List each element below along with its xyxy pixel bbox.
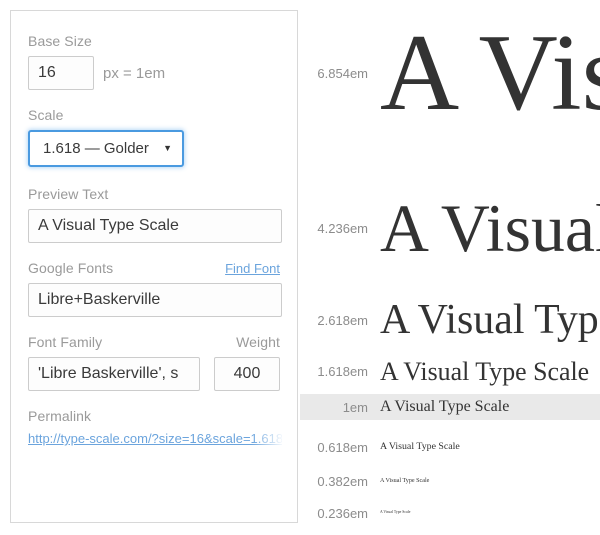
scale-field: Scale 1.618 — Golder ▼ (28, 107, 280, 167)
scale-row-em-label: 0.382em (317, 473, 368, 489)
scale-row-sample-text: A Visual Type Scale (380, 510, 411, 515)
font-family-weight-row: Font Family Weight (28, 334, 280, 391)
scale-row-sample-text: A Visual Type Scale (380, 440, 460, 452)
scale-row-sample-text: A Visual Type Scale (380, 297, 600, 344)
scale-row: 0.236em A Visual Type Scale (300, 500, 600, 526)
scale-row: 1.618em A Visual Type Scale (300, 357, 600, 387)
weight-input[interactable] (214, 357, 280, 391)
chevron-down-icon: ▼ (163, 143, 172, 153)
font-family-weight-labels: Font Family Weight (28, 334, 280, 357)
scale-row-em-label: 0.236em (317, 505, 368, 521)
scale-row-em-label: 0.618em (317, 439, 368, 455)
permalink-field: Permalink http://type-scale.com/?size=16… (28, 408, 282, 446)
controls-inner: Base Size px = 1em Scale 1.618 — Golder … (11, 11, 297, 446)
scale-row: 2.618em A Visual Type Scale (300, 296, 600, 344)
base-size-field: Base Size px = 1em (28, 33, 280, 90)
preview-text-label: Preview Text (28, 186, 109, 202)
scale-row-em-label: 2.618em (317, 312, 368, 328)
scale-row-em-label: 4.236em (317, 221, 368, 237)
font-family-col (28, 357, 200, 391)
scale-select-wrap: 1.618 — Golder ▼ (28, 130, 184, 167)
scale-row-sample-text: A Visual Type Scale (380, 397, 510, 415)
scale-row-em-label: 1em (342, 399, 368, 415)
preview-text-input[interactable] (28, 209, 282, 243)
scale-select-value: 1.618 — Golder (43, 140, 149, 157)
type-scale-app: Base Size px = 1em Scale 1.618 — Golder … (0, 0, 600, 535)
scale-label: Scale (28, 107, 64, 123)
font-family-label: Font Family (28, 334, 103, 350)
scale-row-sample-text: A Visual Type Scale (380, 11, 600, 134)
scale-row-em-label: 1.618em (317, 364, 368, 380)
scale-row-sample-text: A Visual Type Scale (380, 191, 600, 267)
scale-select[interactable]: 1.618 — Golder ▼ (28, 130, 184, 167)
google-fonts-label: Google Fonts (28, 260, 114, 276)
scale-row: 0.618em A Visual Type Scale (300, 434, 600, 460)
google-fonts-field: Google Fonts Find Font (28, 260, 282, 317)
google-fonts-input[interactable] (28, 283, 282, 317)
scale-row: 0.382em A Visual Type Scale (300, 468, 600, 494)
permalink-label: Permalink (28, 408, 92, 424)
weight-label: Weight (236, 334, 280, 350)
preview-area: 6.854em A Visual Type Scale 4.236em A Visua… (300, 0, 600, 535)
preview-text-field: Preview Text (28, 186, 282, 243)
permalink-url[interactable]: http://type-scale.com/?size=16&scale=1.6… (28, 431, 282, 446)
weight-col (214, 357, 280, 391)
scale-row: 6.854em A Visual Type Scale (300, 10, 600, 136)
scale-row-sample-text: A Visual Type Scale (380, 357, 590, 387)
scale-row-em-label: 6.854em (317, 65, 368, 81)
base-size-suffix: px = 1em (103, 64, 166, 82)
controls-panel: Base Size px = 1em Scale 1.618 — Golder … (10, 10, 298, 523)
base-size-input[interactable] (28, 56, 94, 90)
find-font-link[interactable]: Find Font (225, 261, 280, 276)
scale-row-sample-text: A Visual Type Scale (380, 477, 430, 484)
font-family-input[interactable] (28, 357, 200, 391)
base-size-label: Base Size (28, 33, 92, 49)
scale-row: 4.236em A Visual Type Scale (300, 190, 600, 268)
google-fonts-label-row: Google Fonts Find Font (28, 260, 280, 276)
font-family-weight-inputs (28, 357, 280, 391)
scale-row: 1em A Visual Type Scale (300, 394, 600, 420)
base-size-row: px = 1em (28, 56, 280, 90)
